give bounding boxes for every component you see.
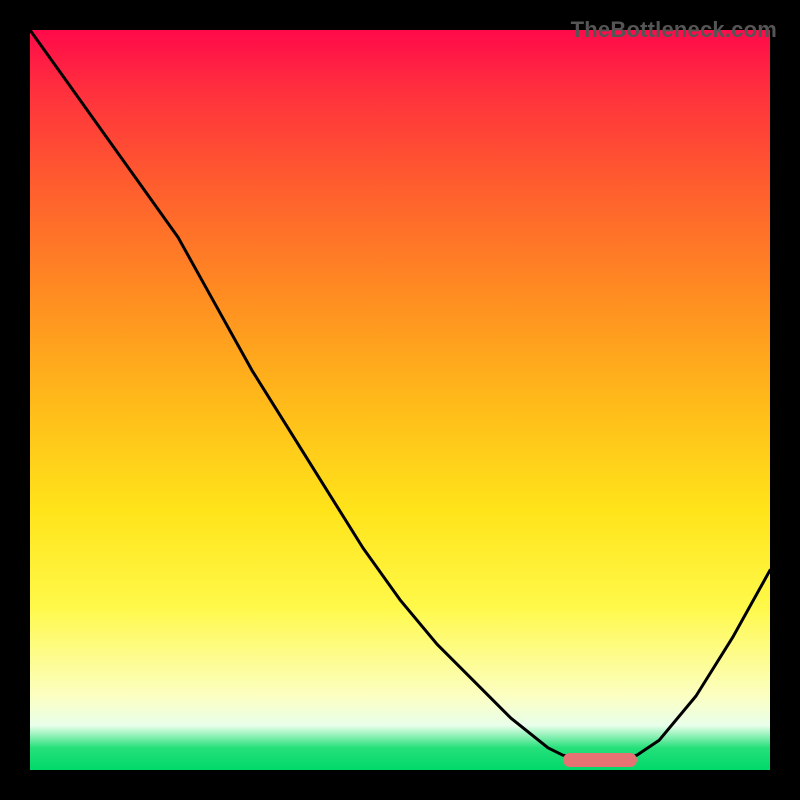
chart-frame: TheBottleneck.com bbox=[15, 15, 785, 785]
plot-area bbox=[30, 30, 770, 770]
bottleneck-curve bbox=[30, 30, 770, 770]
watermark-text: TheBottleneck.com bbox=[571, 17, 777, 43]
optimal-range-marker bbox=[563, 753, 637, 767]
